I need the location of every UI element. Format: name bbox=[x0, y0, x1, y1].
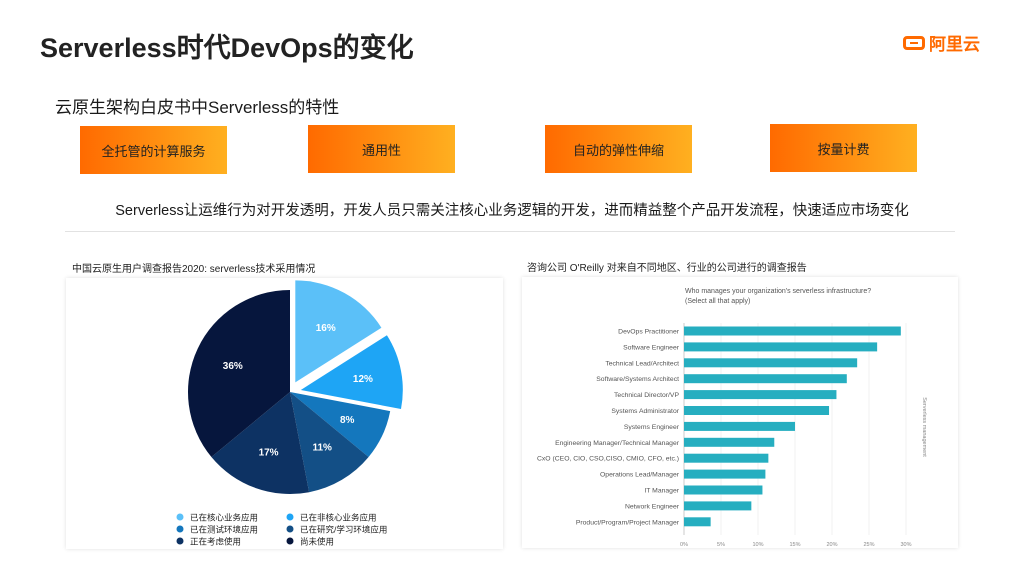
x-tick-label: 25% bbox=[863, 542, 874, 548]
feature-box-managed: 全托管的计算服务 bbox=[80, 126, 227, 174]
bar bbox=[684, 453, 769, 463]
x-tick-label: 10% bbox=[752, 542, 763, 548]
legend-marker bbox=[176, 525, 184, 533]
legend-marker bbox=[176, 537, 184, 545]
divider bbox=[65, 231, 955, 232]
pie-chart: 16% 12% 8% 11% 17% 36% 已在核心业务应用 已在非核心业务应用已在测试环境… bbox=[176, 280, 403, 547]
bar bbox=[684, 469, 766, 479]
legend-marker bbox=[286, 513, 294, 521]
x-tick-label: 5% bbox=[717, 542, 725, 548]
bar bbox=[684, 517, 711, 527]
legend-marker bbox=[286, 525, 294, 533]
bar-chart-title: Who manages your organization's serverle… bbox=[685, 288, 871, 295]
bar-chart-card: Who manages your organization's serverle… bbox=[522, 277, 958, 548]
bar-chart-subtitle: (Select all that apply) bbox=[685, 298, 750, 305]
bar bbox=[684, 374, 847, 384]
legend-label: 已在非核心业务应用 bbox=[300, 513, 377, 523]
aliyun-logo: 阿里云 bbox=[903, 30, 980, 55]
bar-category-label: Software/Systems Architect bbox=[596, 376, 679, 383]
bar bbox=[684, 437, 775, 447]
feature-box-autoscaling: 自动的弹性伸缩 bbox=[545, 125, 692, 173]
bar-category-label: Engineering Manager/Technical Manager bbox=[555, 440, 680, 447]
bar bbox=[684, 358, 858, 368]
pie-slice-label: 12% bbox=[353, 374, 373, 385]
right-chart-caption: 咨询公司 O'Reilly 对来自不同地区、行业的公司进行的调查报告 bbox=[527, 263, 807, 274]
bar-category-label: Systems Administrator bbox=[611, 408, 679, 415]
bar bbox=[684, 485, 763, 495]
bar-category-label: Software Engineer bbox=[623, 344, 680, 351]
bar bbox=[684, 326, 901, 336]
pie-slice-label: 36% bbox=[223, 361, 243, 372]
legend-marker bbox=[286, 537, 294, 545]
section-subtitle: 云原生架构白皮书中Serverless的特性 bbox=[55, 98, 340, 117]
legend-label: 正在考虑使用 bbox=[190, 537, 241, 547]
bar-category-label: Technical Lead/Architect bbox=[605, 360, 679, 367]
pie-slice-label: 17% bbox=[259, 448, 279, 459]
pie-chart-card: 16% 12% 8% 11% 17% 36% 已在核心业务应用 已在非核心业务应用已在测试环境… bbox=[66, 278, 503, 549]
feature-box-generality: 通用性 bbox=[308, 125, 455, 173]
slide-title: Serverless时代DevOps的变化 bbox=[40, 33, 414, 63]
x-tick-label: 20% bbox=[826, 542, 837, 548]
legend-marker bbox=[176, 513, 184, 521]
pie-slice-label: 11% bbox=[312, 442, 332, 453]
legend-label: 尚未使用 bbox=[300, 537, 334, 547]
legend-label: 已在核心业务应用 bbox=[190, 513, 258, 523]
bar-category-label: IT Manager bbox=[644, 488, 679, 495]
aliyun-logo-icon bbox=[903, 35, 925, 50]
bar-category-label: Technical Director/VP bbox=[614, 392, 679, 399]
bar bbox=[684, 390, 837, 400]
bar-category-label: CxO (CEO, CIO, CSO,CISO, CMIO, CFO, etc.… bbox=[537, 456, 679, 463]
feature-box-pay-per-use: 按量计费 bbox=[770, 124, 917, 172]
bar-category-label: Network Engineer bbox=[625, 503, 680, 510]
x-tick-label: 30% bbox=[900, 542, 911, 548]
x-tick-label: 0% bbox=[680, 542, 688, 548]
legend-label: 已在测试环境应用 bbox=[190, 525, 258, 535]
logo-text: 阿里云 bbox=[929, 35, 980, 54]
bar-category-label: DevOps Practitioner bbox=[618, 329, 680, 336]
bar-chart: Who manages your organization's serverle… bbox=[537, 288, 927, 548]
bar-category-label: Operations Lead/Manager bbox=[600, 472, 680, 479]
summary-text: Serverless让运维行为对开发透明，开发人员只需关注核心业务逻辑的开发，进… bbox=[115, 203, 909, 219]
legend-label: 已在研究/学习环境应用 bbox=[300, 525, 387, 535]
bar bbox=[684, 421, 795, 431]
bar-category-label: Product/Program/Project Manager bbox=[576, 519, 680, 526]
x-tick-label: 15% bbox=[789, 542, 800, 548]
pie-slice-label: 8% bbox=[340, 415, 355, 426]
side-label: Serverless management bbox=[921, 397, 927, 457]
pie-slice-label: 16% bbox=[316, 323, 336, 334]
bar bbox=[684, 342, 878, 352]
bar-category-label: Systems Engineer bbox=[624, 424, 680, 431]
bar bbox=[684, 406, 830, 415]
bar bbox=[684, 501, 752, 511]
left-chart-caption: 中国云原生用户调查报告2020: serverless技术采用情况 bbox=[72, 264, 316, 275]
